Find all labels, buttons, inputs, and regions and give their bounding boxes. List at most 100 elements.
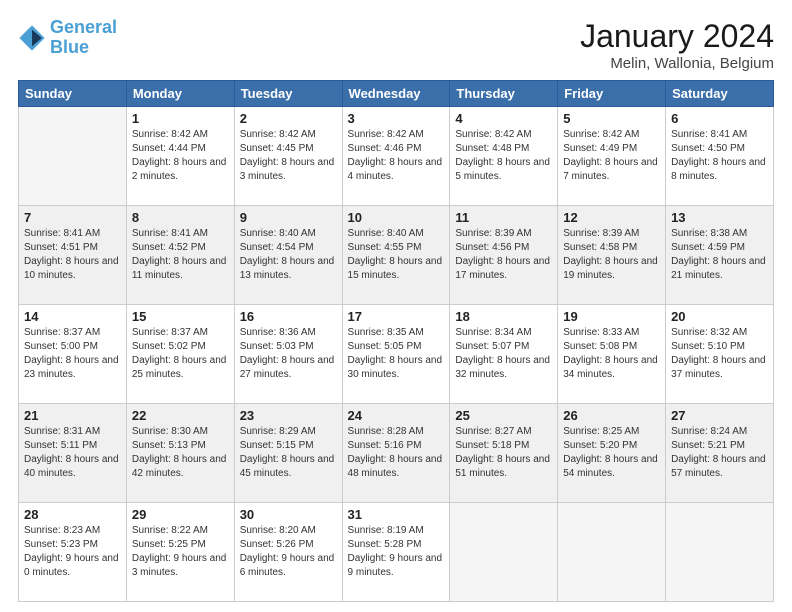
calendar-cell: 16 Sunrise: 8:36 AMSunset: 5:03 PMDayligh… — [234, 305, 342, 404]
day-number: 15 — [132, 309, 229, 324]
calendar-cell: 27 Sunrise: 8:24 AMSunset: 5:21 PMDayligh… — [666, 404, 774, 503]
day-number: 24 — [348, 408, 445, 423]
calendar-cell: 31Sunrise: 8:19 AMSunset: 5:28 PMDayligh… — [342, 503, 450, 602]
day-number: 4 — [455, 111, 552, 126]
calendar-cell: 19 Sunrise: 8:33 AMSunset: 5:08 PMDayligh… — [558, 305, 666, 404]
calendar-cell: 15 Sunrise: 8:37 AMSunset: 5:02 PMDayligh… — [126, 305, 234, 404]
calendar-week-1: 1 Sunrise: 8:42 AMSunset: 4:44 PMDaylight… — [19, 107, 774, 206]
cell-info: Sunrise: 8:30 AMSunset: 5:13 PMDaylight:… — [132, 425, 229, 481]
cell-info: Sunrise: 8:41 AMSunset: 4:50 PMDaylight:… — [671, 128, 768, 184]
header-thursday: Thursday — [450, 81, 558, 107]
cell-info: Sunrise: 8:41 AMSunset: 4:52 PMDaylight:… — [132, 227, 229, 283]
cell-info: Sunrise: 8:41 AMSunset: 4:51 PMDaylight:… — [24, 227, 121, 283]
logo-text: General Blue — [50, 18, 117, 58]
day-number: 11 — [455, 210, 552, 225]
cell-info: Sunrise: 8:33 AMSunset: 5:08 PMDaylight:… — [563, 326, 660, 382]
day-number: 10 — [348, 210, 445, 225]
cell-info: Sunrise: 8:40 AMSunset: 4:54 PMDaylight:… — [240, 227, 337, 283]
logo-icon — [18, 24, 46, 52]
cell-info: Sunrise: 8:25 AMSunset: 5:20 PMDaylight:… — [563, 425, 660, 481]
header: General Blue January 2024 Melin, Walloni… — [18, 18, 774, 72]
calendar-cell: 10 Sunrise: 8:40 AMSunset: 4:55 PMDayligh… — [342, 206, 450, 305]
cell-info: Sunrise: 8:34 AMSunset: 5:07 PMDaylight:… — [455, 326, 552, 382]
day-number: 1 — [132, 111, 229, 126]
cell-info: Sunrise: 8:42 AMSunset: 4:44 PMDaylight:… — [132, 128, 229, 184]
calendar-cell: 23 Sunrise: 8:29 AMSunset: 5:15 PMDayligh… — [234, 404, 342, 503]
day-number: 28 — [24, 507, 121, 522]
calendar-cell: 28 Sunrise: 8:23 AMSunset: 5:23 PMDayligh… — [19, 503, 127, 602]
day-number: 19 — [563, 309, 660, 324]
cell-info: Sunrise: 8:37 AMSunset: 5:02 PMDaylight:… — [132, 326, 229, 382]
calendar-cell: 24 Sunrise: 8:28 AMSunset: 5:16 PMDayligh… — [342, 404, 450, 503]
cell-info: Sunrise: 8:40 AMSunset: 4:55 PMDaylight:… — [348, 227, 445, 283]
day-number: 23 — [240, 408, 337, 423]
calendar-week-5: 28 Sunrise: 8:23 AMSunset: 5:23 PMDayligh… — [19, 503, 774, 602]
calendar-cell: 22 Sunrise: 8:30 AMSunset: 5:13 PMDayligh… — [126, 404, 234, 503]
cell-info: Sunrise: 8:19 AMSunset: 5:28 PMDaylight:… — [348, 524, 445, 580]
cell-info: Sunrise: 8:24 AMSunset: 5:21 PMDaylight:… — [671, 425, 768, 481]
calendar-cell — [19, 107, 127, 206]
calendar-cell: 11 Sunrise: 8:39 AMSunset: 4:56 PMDayligh… — [450, 206, 558, 305]
calendar-cell: 25 Sunrise: 8:27 AMSunset: 5:18 PMDayligh… — [450, 404, 558, 503]
day-number: 3 — [348, 111, 445, 126]
subtitle: Melin, Wallonia, Belgium — [580, 55, 774, 72]
calendar-table: Sunday Monday Tuesday Wednesday Thursday… — [18, 80, 774, 602]
calendar-cell: 26Sunrise: 8:25 AMSunset: 5:20 PMDayligh… — [558, 404, 666, 503]
day-number: 18 — [455, 309, 552, 324]
day-number: 17 — [348, 309, 445, 324]
header-tuesday: Tuesday — [234, 81, 342, 107]
cell-info: Sunrise: 8:23 AMSunset: 5:23 PMDaylight:… — [24, 524, 121, 580]
calendar-cell: 21 Sunrise: 8:31 AMSunset: 5:11 PMDayligh… — [19, 404, 127, 503]
calendar-cell: 5Sunrise: 8:42 AMSunset: 4:49 PMDaylight… — [558, 107, 666, 206]
header-wednesday: Wednesday — [342, 81, 450, 107]
day-number: 25 — [455, 408, 552, 423]
title-area: January 2024 Melin, Wallonia, Belgium — [580, 18, 774, 72]
day-number: 16 — [240, 309, 337, 324]
cell-info: Sunrise: 8:28 AMSunset: 5:16 PMDaylight:… — [348, 425, 445, 481]
day-number: 22 — [132, 408, 229, 423]
calendar-cell: 7 Sunrise: 8:41 AMSunset: 4:51 PMDaylight… — [19, 206, 127, 305]
calendar-cell: 17 Sunrise: 8:35 AMSunset: 5:05 PMDayligh… — [342, 305, 450, 404]
cell-info: Sunrise: 8:29 AMSunset: 5:15 PMDaylight:… — [240, 425, 337, 481]
page: General Blue January 2024 Melin, Walloni… — [0, 0, 792, 612]
cell-info: Sunrise: 8:32 AMSunset: 5:10 PMDaylight:… — [671, 326, 768, 382]
calendar-week-2: 7 Sunrise: 8:41 AMSunset: 4:51 PMDaylight… — [19, 206, 774, 305]
day-number: 7 — [24, 210, 121, 225]
day-number: 2 — [240, 111, 337, 126]
calendar-cell — [558, 503, 666, 602]
header-sunday: Sunday — [19, 81, 127, 107]
calendar-cell: 8Sunrise: 8:41 AMSunset: 4:52 PMDaylight… — [126, 206, 234, 305]
day-number: 5 — [563, 111, 660, 126]
calendar-cell: 1 Sunrise: 8:42 AMSunset: 4:44 PMDaylight… — [126, 107, 234, 206]
calendar-cell: 4 Sunrise: 8:42 AMSunset: 4:48 PMDaylight… — [450, 107, 558, 206]
cell-info: Sunrise: 8:42 AMSunset: 4:45 PMDaylight:… — [240, 128, 337, 184]
day-number: 14 — [24, 309, 121, 324]
cell-info: Sunrise: 8:38 AMSunset: 4:59 PMDaylight:… — [671, 227, 768, 283]
day-number: 29 — [132, 507, 229, 522]
calendar-cell: 12Sunrise: 8:39 AMSunset: 4:58 PMDayligh… — [558, 206, 666, 305]
day-number: 30 — [240, 507, 337, 522]
day-number: 9 — [240, 210, 337, 225]
calendar-cell: 3Sunrise: 8:42 AMSunset: 4:46 PMDaylight… — [342, 107, 450, 206]
calendar-cell: 18 Sunrise: 8:34 AMSunset: 5:07 PMDayligh… — [450, 305, 558, 404]
day-number: 27 — [671, 408, 768, 423]
cell-info: Sunrise: 8:42 AMSunset: 4:48 PMDaylight:… — [455, 128, 552, 184]
cell-info: Sunrise: 8:27 AMSunset: 5:18 PMDaylight:… — [455, 425, 552, 481]
header-monday: Monday — [126, 81, 234, 107]
cell-info: Sunrise: 8:35 AMSunset: 5:05 PMDaylight:… — [348, 326, 445, 382]
cell-info: Sunrise: 8:39 AMSunset: 4:56 PMDaylight:… — [455, 227, 552, 283]
cell-info: Sunrise: 8:31 AMSunset: 5:11 PMDaylight:… — [24, 425, 121, 481]
main-title: January 2024 — [580, 18, 774, 55]
day-number: 21 — [24, 408, 121, 423]
cell-info: Sunrise: 8:36 AMSunset: 5:03 PMDaylight:… — [240, 326, 337, 382]
day-number: 12 — [563, 210, 660, 225]
calendar-cell: 13Sunrise: 8:38 AMSunset: 4:59 PMDayligh… — [666, 206, 774, 305]
cell-info: Sunrise: 8:22 AMSunset: 5:25 PMDaylight:… — [132, 524, 229, 580]
calendar-cell: 6 Sunrise: 8:41 AMSunset: 4:50 PMDaylight… — [666, 107, 774, 206]
calendar-header-row: Sunday Monday Tuesday Wednesday Thursday… — [19, 81, 774, 107]
calendar-cell: 20Sunrise: 8:32 AMSunset: 5:10 PMDayligh… — [666, 305, 774, 404]
cell-info: Sunrise: 8:37 AMSunset: 5:00 PMDaylight:… — [24, 326, 121, 382]
calendar-cell: 30Sunrise: 8:20 AMSunset: 5:26 PMDayligh… — [234, 503, 342, 602]
day-number: 6 — [671, 111, 768, 126]
calendar-week-3: 14 Sunrise: 8:37 AMSunset: 5:00 PMDayligh… — [19, 305, 774, 404]
